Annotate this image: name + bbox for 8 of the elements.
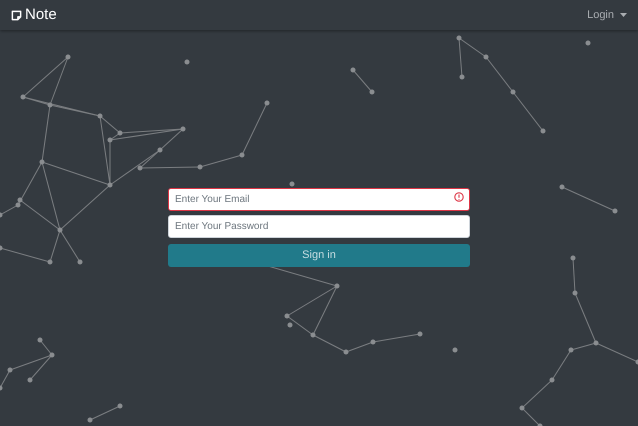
sign-in-button[interactable]: Sign in bbox=[168, 244, 470, 267]
note-icon bbox=[11, 10, 22, 20]
error-icon bbox=[454, 192, 464, 202]
login-dropdown[interactable]: Login bbox=[587, 6, 627, 24]
password-field[interactable]: Enter Your Password bbox=[168, 215, 470, 238]
caret-icon bbox=[620, 13, 627, 17]
email-field[interactable]: Enter Your Email bbox=[168, 188, 470, 211]
brand-link[interactable]: Note bbox=[11, 4, 57, 26]
